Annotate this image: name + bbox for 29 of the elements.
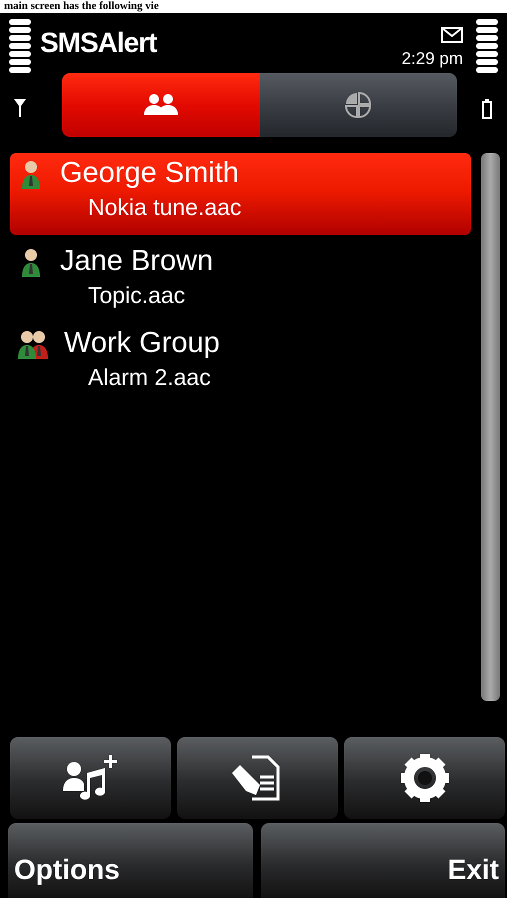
clock-time: 2:29 pm <box>402 49 463 69</box>
exit-softkey[interactable]: Exit <box>260 823 505 898</box>
edit-button[interactable] <box>177 737 338 819</box>
contact-name: Jane Brown <box>60 245 214 278</box>
envelope-icon <box>441 27 463 43</box>
contact-name: George Smith <box>60 157 239 190</box>
pie-chart-icon <box>345 92 372 118</box>
settings-button[interactable] <box>344 737 505 819</box>
people-icon <box>142 93 180 117</box>
add-tone-button[interactable] <box>10 737 171 819</box>
app-title: SMSAlert <box>40 27 156 60</box>
tab[interactable] <box>260 73 457 137</box>
ringtone-name: Nokia tune.aac <box>88 194 242 221</box>
people-icon <box>16 328 50 358</box>
contact-name: Work Group <box>64 327 220 360</box>
contact-list-item[interactable]: George Smith Nokia tune.aac <box>10 153 471 235</box>
contact-list-item[interactable]: Work Group Alarm 2.aac <box>10 323 471 399</box>
contact-list-item[interactable]: Jane Brown Topic.aac <box>10 241 471 317</box>
settings-icon <box>400 753 450 803</box>
options-softkey[interactable]: Options <box>8 823 252 898</box>
signal-strength-icon <box>9 19 31 75</box>
battery-level-icon <box>476 19 498 75</box>
tab[interactable] <box>62 73 260 137</box>
document-caption: main screen has the following vie <box>0 0 507 13</box>
scrollbar[interactable] <box>481 153 500 701</box>
antenna-icon <box>14 99 26 117</box>
ringtone-name: Topic.aac <box>88 282 186 309</box>
battery-icon <box>482 99 492 119</box>
ringtone-name: Alarm 2.aac <box>88 364 212 391</box>
